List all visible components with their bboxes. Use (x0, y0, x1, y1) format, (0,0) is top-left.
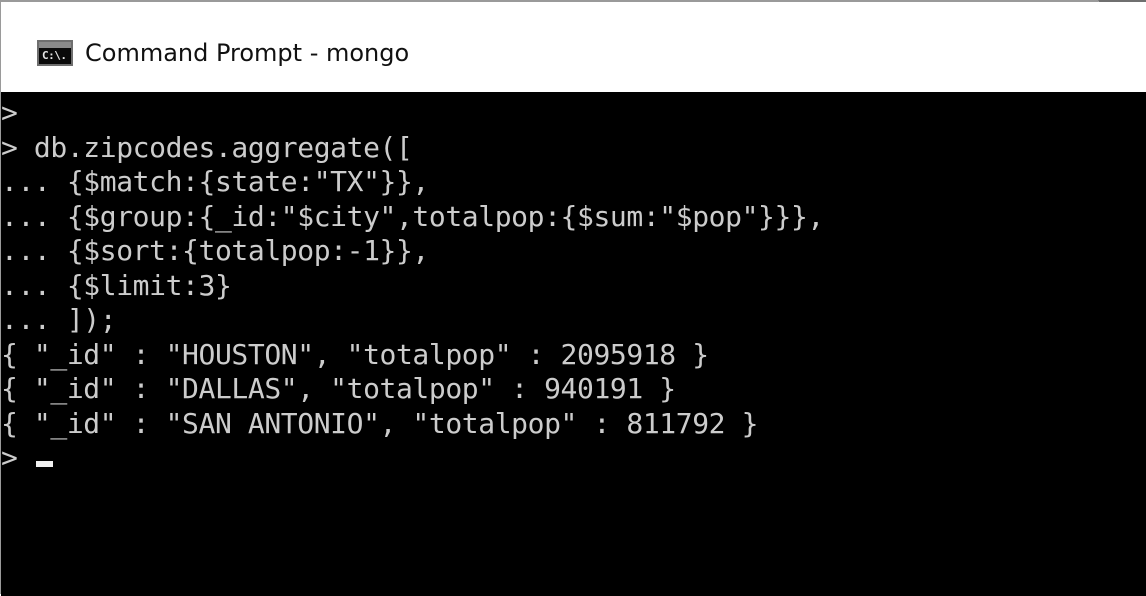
text-cursor (35, 461, 53, 467)
icon-glyph: C:\. (42, 49, 67, 62)
console-line: ... {$sort:{totalpop:-1}}, (1, 234, 429, 267)
console-output[interactable]: > > db.zipcodes.aggregate([ ... {$match:… (1, 92, 1146, 596)
console-line: { "_id" : "HOUSTON", "totalpop" : 209591… (1, 337, 709, 371)
title-bar[interactable]: C:\. Command Prompt - mongo (1, 2, 1146, 92)
console-line: ... {$match:{state:"TX"}}, (1, 165, 429, 198)
command-prompt-window: C:\. Command Prompt - mongo > > db.zipco… (0, 0, 1146, 596)
console-line: > (1, 96, 18, 129)
prompt-line[interactable]: > (1, 441, 824, 476)
console-line: ... ]); (1, 303, 117, 336)
console-line: > db.zipcodes.aggregate([ (1, 130, 413, 164)
console-app-icon[interactable]: C:\. (37, 40, 73, 66)
console-line: { "_id" : "DALLAS", "totalpop" : 940191 … (1, 372, 676, 405)
console-line: ... {$group:{_id:"$city",totalpop:{$sum:… (1, 199, 824, 233)
console-line: ... {$limit:3} (1, 268, 232, 302)
icon-titlebar-strip (39, 42, 71, 48)
console-line: { "_id" : "SAN ANTONIO", "totalpop" : 81… (1, 406, 759, 440)
window-title: Command Prompt - mongo (85, 39, 410, 67)
prompt-symbol: > (1, 441, 34, 474)
console-lines: > > db.zipcodes.aggregate([ ... {$match:… (1, 96, 824, 476)
